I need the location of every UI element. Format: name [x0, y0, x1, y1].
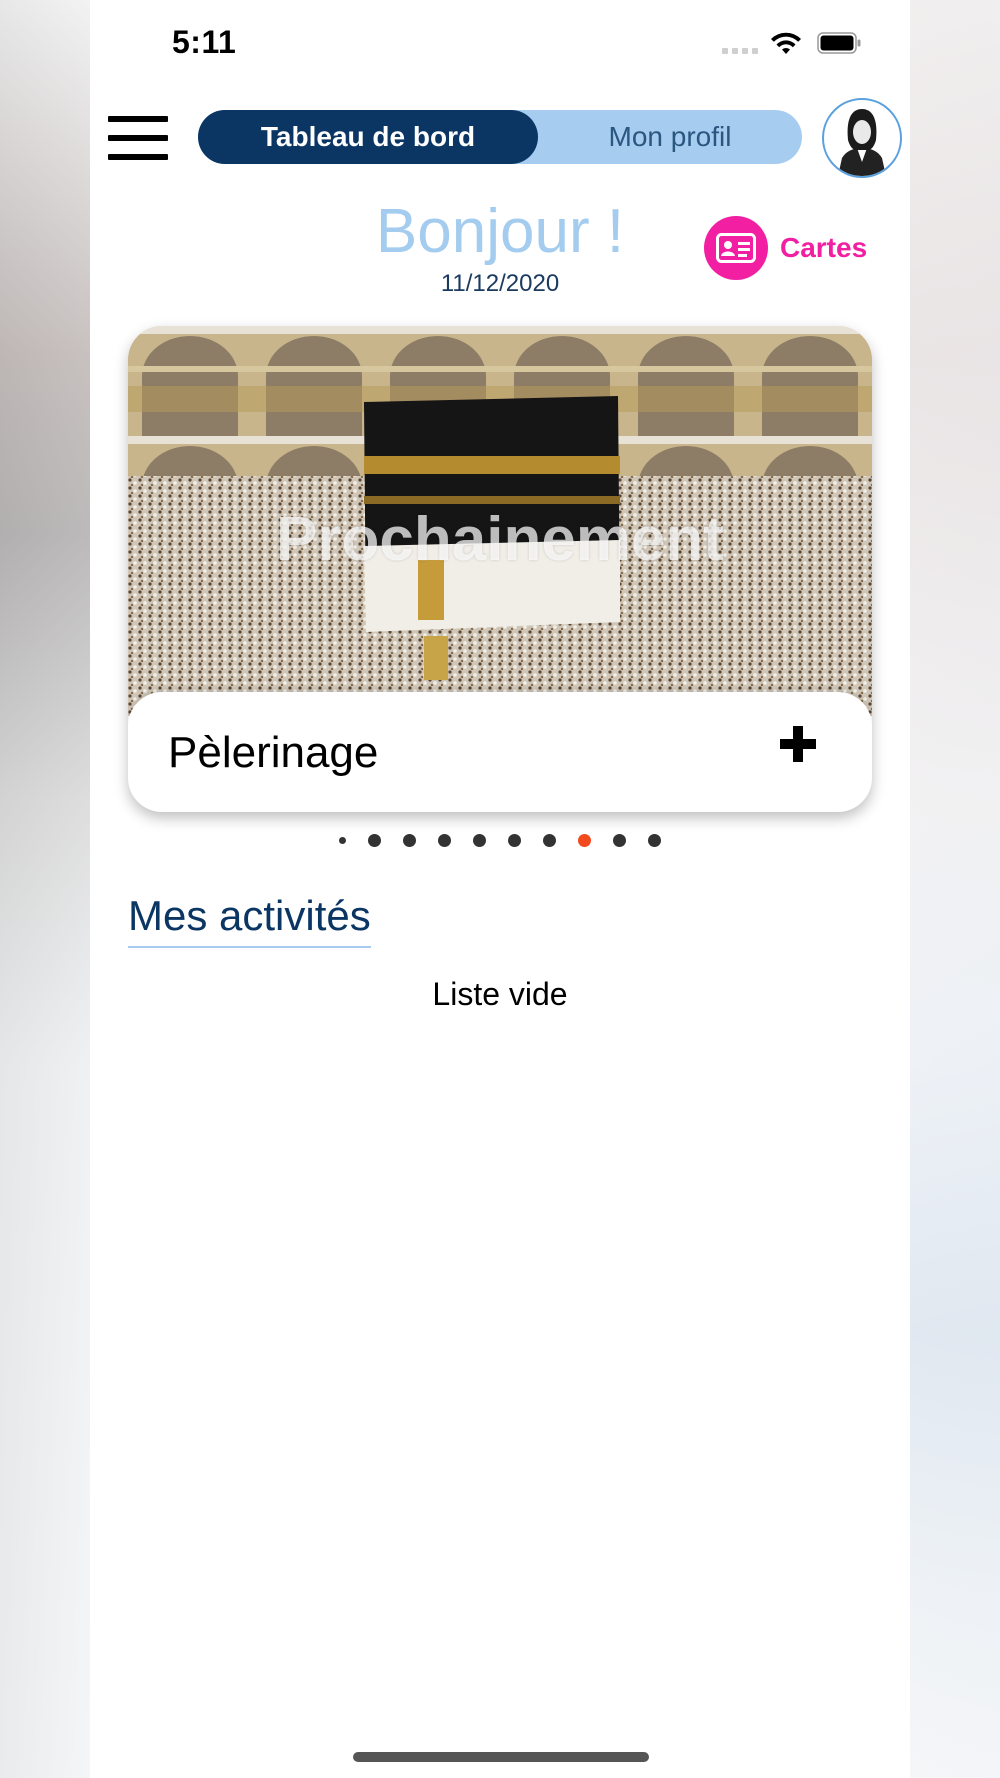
app-screen: 5:11 Tableau de bord Mon profil Bonjour …	[90, 0, 910, 1778]
carousel-pagination	[90, 834, 910, 847]
home-indicator[interactable]	[353, 1752, 649, 1762]
card-title: Pèlerinage	[168, 728, 379, 777]
view-switcher: Tableau de bord Mon profil	[198, 110, 802, 164]
user-avatar-icon	[838, 109, 886, 176]
activities-section-title: Mes activités	[128, 892, 371, 948]
cartes-button[interactable]: Cartes	[704, 216, 867, 280]
hamburger-menu-icon[interactable]	[108, 116, 168, 160]
carousel-dot[interactable]	[368, 834, 381, 847]
activities-empty-text: Liste vide	[432, 976, 568, 1012]
tab-mon-profil[interactable]: Mon profil	[538, 110, 802, 164]
carousel-dot[interactable]	[339, 837, 346, 844]
carousel-dot[interactable]	[438, 834, 451, 847]
id-card-icon	[704, 216, 768, 280]
cartes-label: Cartes	[780, 232, 868, 263]
wifi-icon	[771, 32, 801, 54]
cellular-signal-icon	[722, 48, 758, 54]
carousel-dot-active[interactable]	[578, 834, 591, 847]
carousel-card[interactable]: Prochainement Pèlerinage	[128, 326, 872, 812]
tab-tableau-de-bord[interactable]: Tableau de bord	[198, 110, 538, 164]
carousel-dot[interactable]	[403, 834, 416, 847]
background-blur-right	[910, 0, 1000, 1778]
battery-icon	[817, 32, 861, 54]
carousel-dot[interactable]	[613, 834, 626, 847]
background-blur-left	[0, 0, 90, 1778]
carousel-dot[interactable]	[648, 834, 661, 847]
carousel-dot[interactable]	[473, 834, 486, 847]
coming-soon-overlay: Prochainement	[276, 505, 724, 574]
status-time: 5:11	[172, 24, 237, 60]
avatar[interactable]	[822, 98, 902, 178]
carousel-dot[interactable]	[543, 834, 556, 847]
plus-icon[interactable]	[778, 724, 818, 764]
card-footer: Pèlerinage	[128, 692, 872, 812]
carousel-dot[interactable]	[508, 834, 521, 847]
